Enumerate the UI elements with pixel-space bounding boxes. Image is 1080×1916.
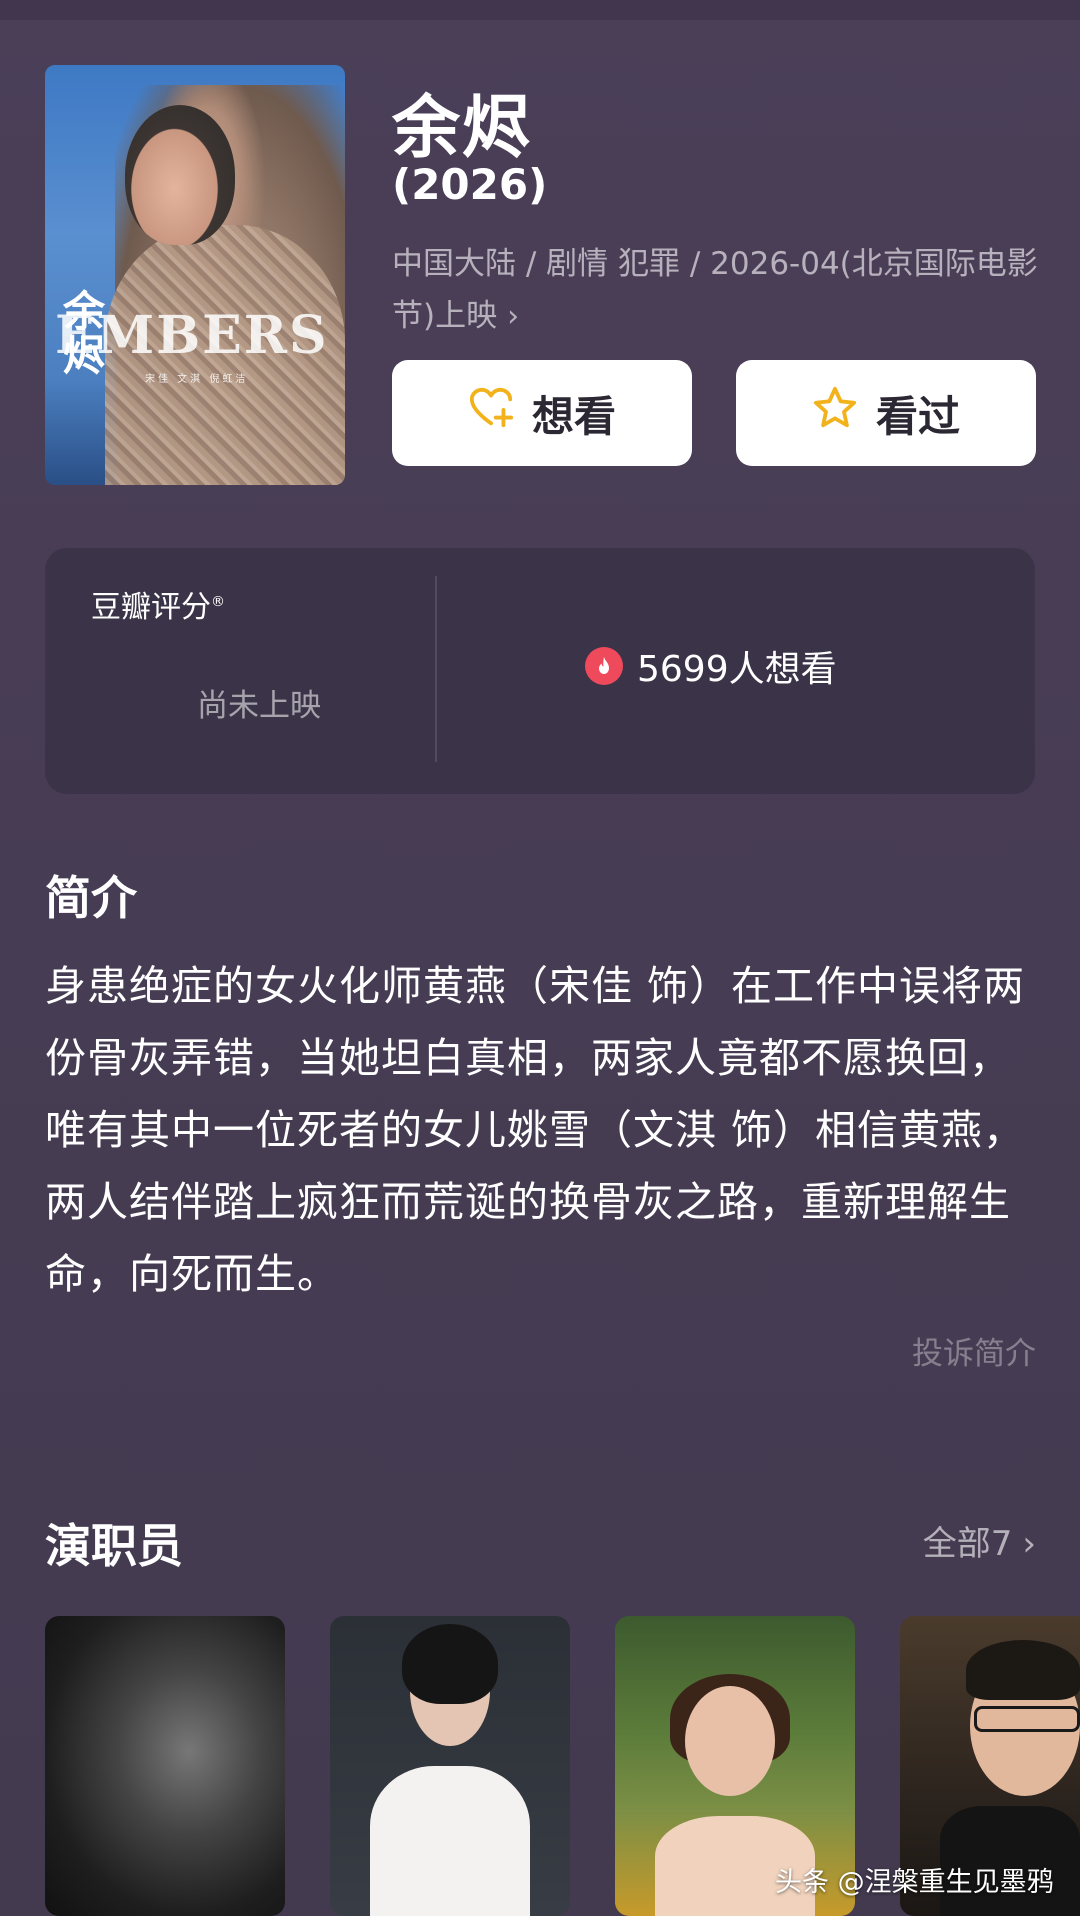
want-to-watch-button[interactable]: 想看 <box>392 360 692 466</box>
poster-head <box>125 105 235 245</box>
rating-status: 尚未上映 <box>197 688 321 724</box>
rating-divider <box>435 576 437 762</box>
watched-button[interactable]: 看过 <box>736 360 1036 466</box>
movie-title: 余烬 <box>392 89 533 168</box>
cast-photo[interactable] <box>330 1616 570 1916</box>
movie-year: (2026) <box>392 160 548 209</box>
cast-all-label: 全部7 <box>922 1524 1013 1564</box>
cast-photo-glasses <box>974 1706 1080 1732</box>
fire-icon <box>585 647 623 685</box>
status-bar-strip <box>0 0 1080 20</box>
watermark: 头条 @涅槃重生见墨鸦 <box>775 1867 1054 1898</box>
douban-rating-label: 豆瓣评分® <box>91 582 225 626</box>
registered-mark: ® <box>211 594 225 610</box>
synopsis-text[interactable]: 身患绝症的女火化师黄燕（宋佳 饰）在工作中误将两份骨灰弄错，当她坦白真相，两家人… <box>45 950 1040 1310</box>
movie-meta[interactable]: 中国大陆 / 剧情 犯罪 / 2026-04(北京国际电影节)上映 › <box>392 238 1042 343</box>
movie-meta-text: 中国大陆 / 剧情 犯罪 / 2026-04(北京国际电影节)上映 <box>392 246 1038 334</box>
cast-heading: 演职员 <box>45 1519 183 1573</box>
chevron-right-icon: › <box>1022 1524 1036 1564</box>
heart-plus-icon <box>468 385 514 441</box>
poster-credits: 宋佳 文淇 倪虹洁 <box>145 374 249 385</box>
cast-photo[interactable] <box>45 1616 285 1916</box>
cast-all-link[interactable]: 全部7 › <box>923 1516 1036 1565</box>
cast-photo-shirt <box>370 1766 530 1916</box>
douban-rating-text: 豆瓣评分 <box>91 590 211 625</box>
star-icon <box>812 385 858 441</box>
watched-label: 看过 <box>875 391 960 441</box>
cast-photo-hair <box>402 1624 498 1704</box>
cast-photo-face <box>685 1686 775 1796</box>
want-count-text: 5699人想看 <box>637 649 837 690</box>
synopsis-heading: 简介 <box>45 871 137 925</box>
rating-card: 豆瓣评分® 尚未上映 5699人想看 <box>45 548 1035 794</box>
chevron-right-icon: › <box>507 299 520 334</box>
want-count[interactable]: 5699人想看 <box>585 640 837 692</box>
want-to-watch-label: 想看 <box>531 391 616 441</box>
poster-title-cn: 余烬 <box>63 287 106 380</box>
report-synopsis-link[interactable]: 投诉简介 <box>912 1328 1036 1373</box>
cast-photo-hair <box>966 1640 1080 1700</box>
movie-poster[interactable]: EMBERS 余烬 宋佳 文淇 倪虹洁 <box>45 65 345 485</box>
